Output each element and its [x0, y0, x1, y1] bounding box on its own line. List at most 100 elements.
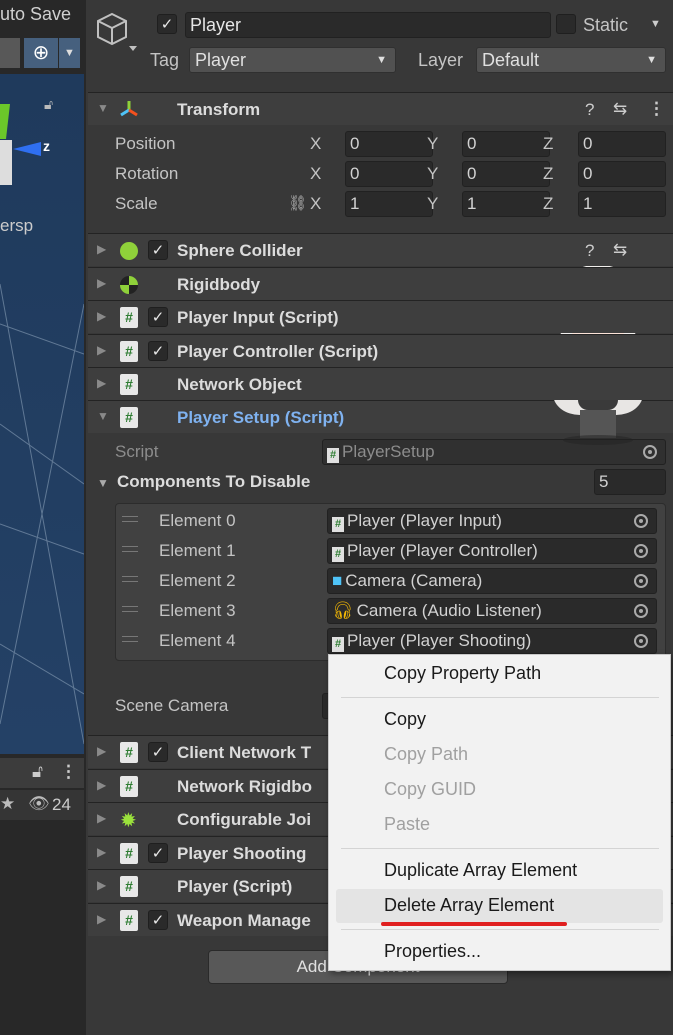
enabled-checkbox[interactable]: ✓ [148, 742, 168, 762]
drag-handle[interactable] [122, 516, 138, 522]
script-icon: # [120, 407, 138, 428]
rotation-x-field[interactable]: 0 [345, 161, 433, 187]
more-options-icon[interactable]: ⋮ [648, 99, 665, 119]
lock-icon[interactable]: 🔓︎ [32, 762, 43, 782]
menu-item[interactable]: Duplicate Array Element [384, 860, 577, 881]
script-icon: # [332, 547, 344, 562]
foldout-collapsed-icon[interactable]: ▶ [97, 343, 106, 357]
component-title: Player Shooting [177, 843, 307, 863]
menu-item[interactable]: Copy GUID [384, 779, 476, 800]
static-checkbox[interactable] [556, 14, 576, 34]
constrain-proportions-icon[interactable]: ⛓︎ [288, 194, 307, 212]
scale-z-field[interactable]: 1 [578, 191, 666, 217]
help-icon[interactable]: ? [585, 241, 594, 261]
object-picker-icon[interactable] [634, 574, 648, 588]
menu-item[interactable]: Paste [384, 814, 430, 835]
drag-handle[interactable] [122, 606, 138, 612]
foldout-collapsed-icon[interactable]: ▶ [97, 912, 106, 926]
gizmo-cube[interactable] [0, 140, 12, 185]
component-header[interactable]: ▶ # Network Object [88, 367, 673, 400]
object-picker-icon[interactable] [634, 514, 648, 528]
element-object-field[interactable]: # Player (Player Input) [327, 508, 657, 534]
y-axis-gizmo[interactable] [0, 104, 10, 139]
rotation-y-field[interactable]: 0 [462, 161, 550, 187]
enabled-checkbox[interactable]: ✓ [148, 307, 168, 327]
foldout-collapsed-icon[interactable]: ▶ [97, 778, 106, 792]
enabled-checkbox[interactable]: ✓ [148, 909, 168, 930]
chevron-down-icon[interactable]: ▼ [59, 38, 80, 68]
z-axis-gizmo[interactable] [13, 142, 41, 156]
chevron-down-icon: ▼ [646, 54, 657, 66]
scale-x-field[interactable]: 1 [345, 191, 433, 217]
foldout-collapsed-icon[interactable]: ▶ [97, 845, 106, 859]
star-icon[interactable]: ★ [0, 794, 15, 814]
auto-save-label[interactable]: uto Save [0, 4, 71, 25]
gizmo-globe-icon[interactable]: ⊕ [24, 38, 58, 68]
menu-item[interactable]: Delete Array Element [384, 895, 554, 916]
layer-dropdown[interactable]: Default ▼ [476, 47, 666, 73]
foldout-collapsed-icon[interactable]: ▶ [97, 242, 106, 256]
rotation-z-field[interactable]: 0 [578, 161, 666, 187]
foldout-collapsed-icon[interactable]: ▶ [97, 276, 106, 290]
menu-separator [341, 848, 659, 849]
component-title: Configurable Joi [177, 810, 312, 829]
component-header[interactable]: ▶ Rigidbody [88, 266, 673, 300]
object-picker-icon[interactable] [634, 544, 648, 558]
name-field[interactable]: Player [185, 12, 551, 38]
script-icon: # [327, 448, 339, 463]
script-icon: # [120, 742, 138, 763]
active-checkbox[interactable]: ✓ [157, 14, 177, 34]
list-label[interactable]: Components To Disable [117, 472, 310, 492]
scene-panel: uto Save ⊕ ▼ z 🔓︎ ersp 🔓︎ ⋮ ★ 👁︎ 24 [0, 0, 86, 1035]
foldout-collapsed-icon[interactable]: ▶ [97, 811, 106, 825]
more-options-icon[interactable]: ⋮ [60, 762, 77, 782]
object-picker-icon[interactable] [634, 634, 648, 648]
component-header-transform[interactable]: ▼ Transform ? ⇆ ⋮ [88, 92, 673, 125]
script-icon: # [332, 637, 344, 652]
object-picker-icon[interactable] [634, 604, 648, 618]
element-label: Element 1 [159, 541, 236, 560]
component-header[interactable]: ▶ # ✓ Player Controller (Script) [88, 333, 673, 367]
static-dropdown-icon[interactable]: ▼ [650, 18, 661, 30]
drag-handle[interactable] [122, 546, 138, 552]
menu-separator [341, 697, 659, 698]
menu-item[interactable]: Copy [384, 709, 426, 730]
menu-item[interactable]: Copy Path [384, 744, 468, 765]
element-object-field[interactable]: 🎧︎ Camera (Audio Listener) [327, 598, 657, 624]
component-title: Player (Script) [177, 877, 293, 896]
foldout-collapsed-icon[interactable]: ▶ [97, 309, 106, 323]
scene-view[interactable]: z 🔓︎ ersp [0, 74, 84, 754]
element-object-field[interactable]: # Player (Player Shooting) [327, 628, 657, 654]
menu-item[interactable]: Properties... [384, 941, 481, 962]
position-x-field[interactable]: 0 [345, 131, 433, 157]
element-object-field[interactable]: ■ Camera (Camera) [327, 568, 657, 594]
drag-handle[interactable] [122, 576, 138, 582]
element-object-field[interactable]: # Player (Player Controller) [327, 538, 657, 564]
drag-handle[interactable] [122, 636, 138, 642]
component-title: Client Network T [177, 743, 312, 762]
hidden-eye-icon[interactable]: 👁︎ [28, 794, 50, 814]
component-header[interactable]: ▶ # ✓ Player Input (Script) [88, 300, 673, 333]
lock-icon[interactable]: 🔓︎ [44, 96, 53, 113]
foldout-expanded-icon[interactable]: ▼ [97, 101, 109, 115]
foldout-collapsed-icon[interactable]: ▶ [97, 376, 106, 390]
menu-item[interactable]: Copy Property Path [384, 663, 541, 684]
list-size-field[interactable]: 5 [594, 469, 666, 495]
enabled-checkbox[interactable]: ✓ [148, 340, 168, 361]
foldout-expanded-icon[interactable]: ▼ [97, 476, 109, 490]
enabled-checkbox[interactable]: ✓ [148, 240, 168, 260]
foldout-expanded-icon[interactable]: ▼ [97, 409, 109, 423]
scene-dropdown[interactable] [0, 38, 20, 68]
position-y-field[interactable]: 0 [462, 131, 550, 157]
position-z-field[interactable]: 0 [578, 131, 666, 157]
enabled-checkbox[interactable]: ✓ [148, 842, 168, 863]
tag-dropdown[interactable]: Player ▼ [189, 47, 396, 73]
presets-icon[interactable]: ⇆ [613, 99, 627, 119]
script-label: Script [115, 442, 159, 461]
help-icon[interactable]: ? [585, 100, 594, 120]
script-icon: # [120, 307, 138, 328]
foldout-collapsed-icon[interactable]: ▶ [97, 878, 106, 892]
foldout-collapsed-icon[interactable]: ▶ [97, 744, 106, 758]
presets-icon[interactable]: ⇆ [613, 240, 627, 260]
scale-y-field[interactable]: 1 [462, 191, 550, 217]
